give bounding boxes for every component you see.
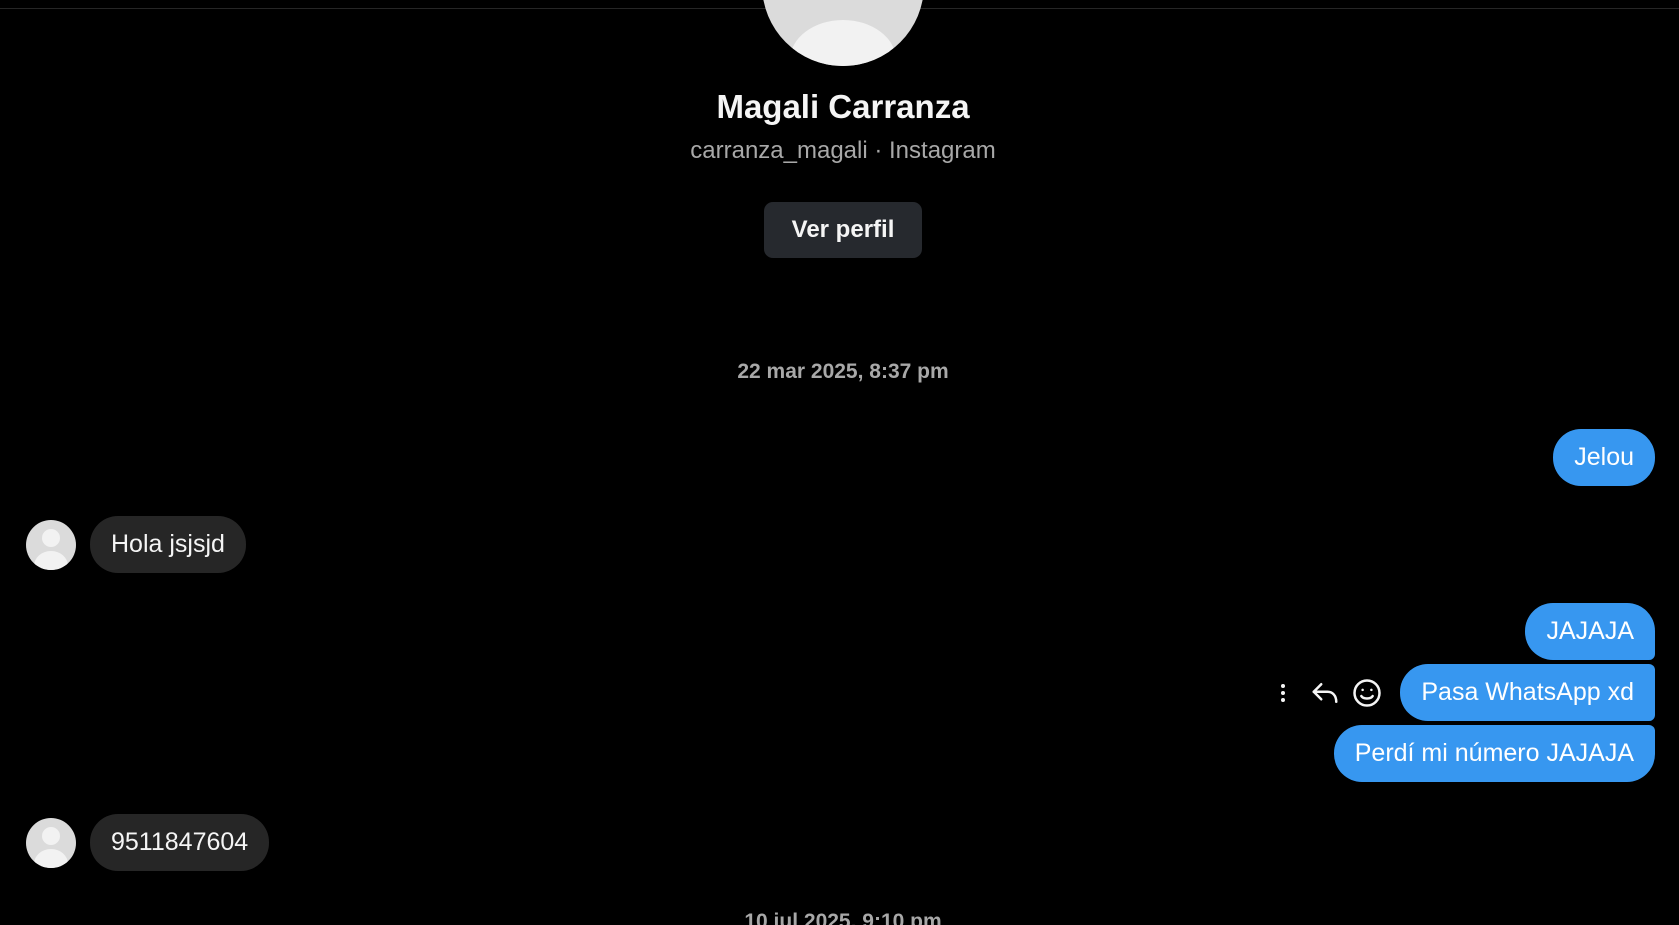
- message-row-incoming: Hola jsjsjd: [26, 516, 246, 573]
- message-row-outgoing-hovered: Pasa WhatsApp xd: [1258, 664, 1655, 721]
- timestamp: 10 jul 2025, 9:10 pm: [744, 910, 942, 925]
- timestamp: 22 mar 2025, 8:37 pm: [737, 360, 949, 383]
- avatar-silhouette: [790, 20, 896, 66]
- message-actions: [1258, 676, 1384, 710]
- message-row-outgoing: Perdí mi número JAJAJA: [1333, 725, 1655, 782]
- message-bubble-outgoing[interactable]: JAJAJA: [1525, 603, 1655, 660]
- message-bubble-outgoing[interactable]: Perdí mi número JAJAJA: [1333, 725, 1655, 782]
- message-bubble-incoming[interactable]: 9511847604: [90, 814, 270, 871]
- sender-avatar[interactable]: [26, 817, 76, 868]
- message-row-outgoing: JAJAJA: [1525, 603, 1655, 660]
- profile-subtitle: carranza_magali · Instagram: [690, 137, 996, 164]
- profile-avatar[interactable]: [762, 0, 924, 66]
- avatar-head: [42, 528, 60, 547]
- avatar-head: [42, 826, 60, 845]
- profile-name: Magali Carranza: [716, 88, 970, 125]
- message-bubble-outgoing[interactable]: Jelou: [1553, 429, 1655, 486]
- sender-avatar[interactable]: [26, 519, 76, 570]
- avatar-shoulders: [34, 550, 68, 570]
- message-row-incoming: 9511847604: [26, 814, 270, 871]
- chat-window: Magali Carranza carranza_magali · Instag…: [0, 0, 1679, 925]
- emoji-icon[interactable]: [1350, 676, 1384, 710]
- message-bubble-incoming[interactable]: Hola jsjsjd: [90, 516, 246, 573]
- more-vertical-icon[interactable]: [1266, 676, 1300, 710]
- message-row-outgoing: Jelou: [1553, 429, 1655, 486]
- message-bubble-outgoing[interactable]: Pasa WhatsApp xd: [1400, 664, 1655, 721]
- reply-icon[interactable]: [1308, 676, 1342, 710]
- view-profile-button[interactable]: Ver perfil: [764, 202, 922, 258]
- avatar-shoulders: [34, 848, 68, 868]
